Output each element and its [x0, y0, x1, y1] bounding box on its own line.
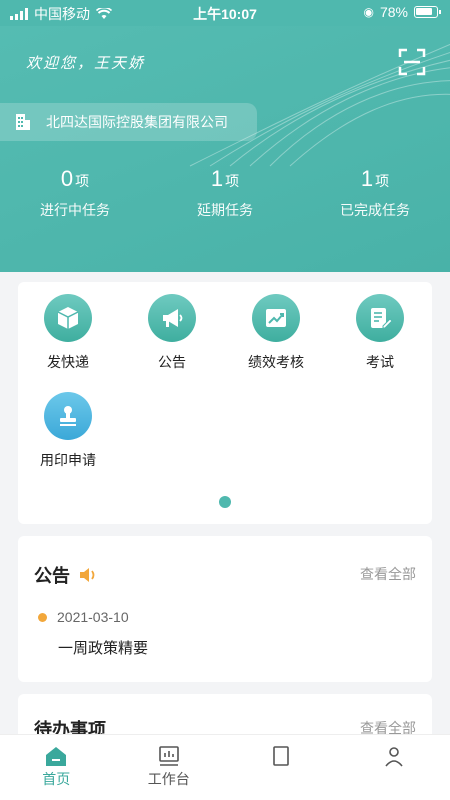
stat-label: 延期任务 — [197, 202, 253, 218]
app-performance[interactable]: 绩效考核 — [226, 294, 326, 372]
app-label: 公告 — [158, 354, 186, 370]
stat-label: 已完成任务 — [340, 202, 410, 218]
company-name: 北四达国际控股集团有限公司 — [46, 114, 228, 130]
tab-workbench[interactable]: 工作台 — [113, 735, 226, 800]
app-label: 绩效考核 — [248, 354, 304, 370]
app-label: 用印申请 — [40, 452, 96, 468]
status-bar: 中国移动 上午10:07 ◉ 78% — [0, 0, 450, 26]
app-exam[interactable]: 考试 — [330, 294, 430, 372]
seal-stamp-icon — [60, 406, 76, 426]
app-express[interactable]: 发快递 — [18, 294, 118, 372]
scan-icon[interactable] — [398, 48, 426, 76]
document-icon — [273, 746, 290, 766]
building-icon — [16, 114, 30, 130]
rotation-lock-icon: ◉ — [363, 5, 374, 19]
speaker-icon — [80, 568, 95, 582]
bullet-dot — [38, 612, 47, 622]
stat-unit: 项 — [225, 173, 240, 189]
battery-percent: 78% — [379, 4, 408, 20]
workbench-icon — [158, 746, 179, 766]
app-grid-card: 发快递 公告 绩效考核 考试 用印申请 — [18, 282, 432, 524]
app-label: 发快递 — [47, 354, 89, 370]
tab-label: 首页 — [42, 771, 71, 787]
stat-value: 0 — [60, 166, 74, 191]
notice-item-title[interactable]: 一周政策精要 — [58, 637, 148, 658]
tab-label: 工作台 — [147, 771, 190, 787]
stat-unit: 项 — [375, 173, 390, 189]
notice-item-date: 2021-03-10 — [38, 609, 129, 625]
performance-chart-icon — [266, 309, 286, 327]
package-icon — [57, 307, 79, 329]
megaphone-icon — [163, 309, 183, 327]
app-seal-request[interactable]: 用印申请 — [18, 392, 118, 470]
welcome-text: 欢迎您，王天娇 — [26, 54, 146, 72]
stat-delayed[interactable]: 1项 延期任务 — [150, 166, 300, 220]
stat-in-progress[interactable]: 0项 进行中任务 — [0, 166, 150, 220]
stat-value: 1 — [210, 166, 224, 191]
notice-title-text: 公告 — [34, 566, 70, 586]
battery-icon — [414, 6, 441, 18]
notice-card: 公告 查看全部 2021-03-10 一周政策精要 — [18, 536, 432, 682]
notice-title: 公告 — [34, 562, 98, 588]
notice-view-all-link[interactable]: 查看全部 — [360, 564, 416, 584]
notice-date-text: 2021-03-10 — [57, 609, 129, 625]
stat-completed[interactable]: 1项 已完成任务 — [300, 166, 450, 220]
header: 欢迎您，王天娇 北四达国际控股集团有限公司 0项 进行中任务 1项 延期任务 1… — [0, 26, 450, 272]
app-notice[interactable]: 公告 — [122, 294, 222, 372]
home-icon — [46, 747, 67, 766]
tab-bar: 首页 工作台 — [0, 734, 450, 800]
app-label: 考试 — [366, 354, 394, 370]
user-icon — [385, 747, 403, 767]
exam-edit-icon — [371, 308, 393, 329]
stat-value: 1 — [360, 166, 374, 191]
tab-profile[interactable] — [338, 735, 450, 800]
tab-messages[interactable] — [225, 735, 338, 800]
stat-unit: 项 — [75, 173, 90, 189]
stat-label: 进行中任务 — [40, 202, 110, 218]
page-indicator[interactable] — [219, 496, 231, 508]
task-stats: 0项 进行中任务 1项 延期任务 1项 已完成任务 — [0, 166, 450, 220]
tab-home[interactable]: 首页 — [0, 735, 113, 800]
company-selector[interactable]: 北四达国际控股集团有限公司 — [0, 103, 257, 141]
